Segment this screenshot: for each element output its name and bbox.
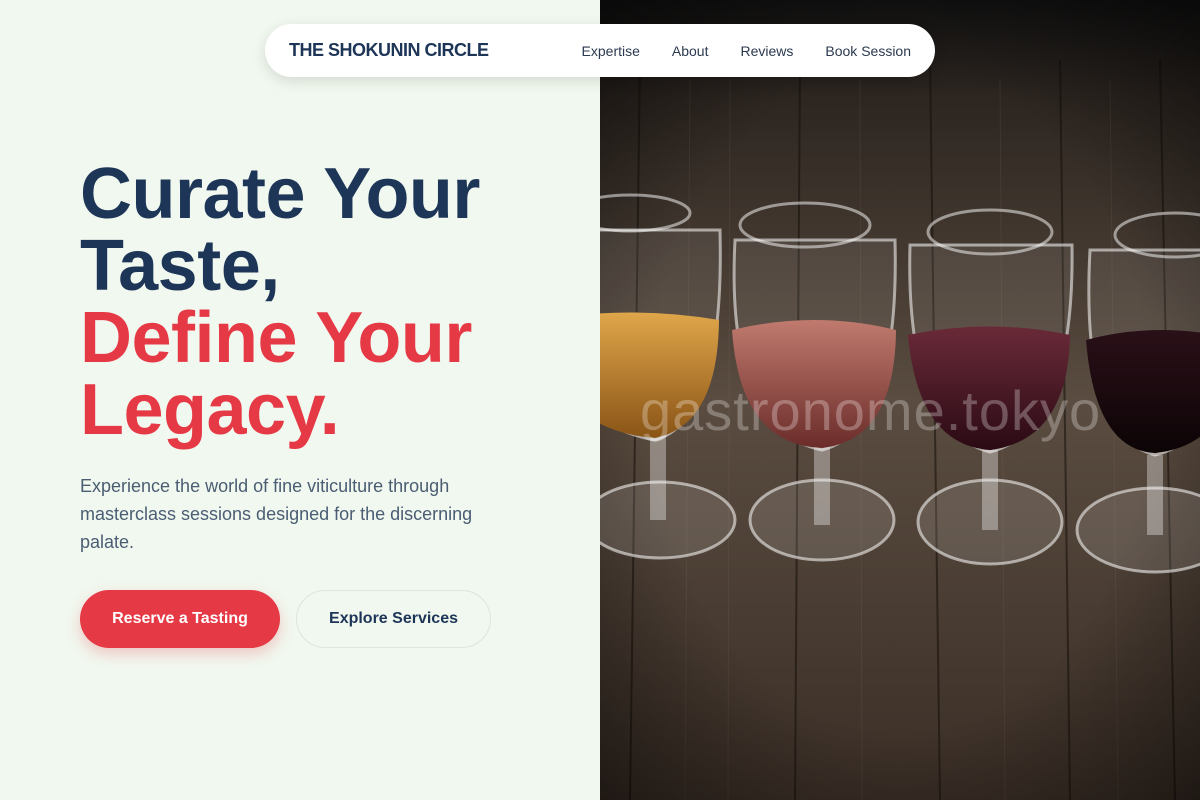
nav-links: Expertise About Reviews Book Session bbox=[582, 43, 911, 59]
nav-link-expertise[interactable]: Expertise bbox=[582, 43, 640, 59]
headline-line-3: Define Your bbox=[80, 298, 472, 378]
explore-services-button[interactable]: Explore Services bbox=[296, 590, 491, 648]
headline-line-2: Taste, bbox=[80, 226, 280, 306]
nav-link-book-session[interactable]: Book Session bbox=[825, 43, 911, 59]
hero-content: Curate Your Taste, Define Your Legacy. E… bbox=[80, 158, 560, 648]
hero-buttons: Reserve a Tasting Explore Services bbox=[80, 590, 560, 648]
headline-line-1: Curate Your bbox=[80, 154, 480, 234]
brand-logo-text[interactable]: THE SHOKUNIN CIRCLE bbox=[289, 40, 489, 61]
hero-subtext: Experience the world of fine viticulture… bbox=[80, 476, 473, 552]
nav-link-about[interactable]: About bbox=[672, 43, 709, 59]
reserve-tasting-button[interactable]: Reserve a Tasting bbox=[80, 590, 280, 648]
headline-line-4: Legacy. bbox=[80, 370, 340, 450]
image-watermark: gastronome.tokyo bbox=[640, 379, 1102, 442]
hero-image: gastronome.tokyo bbox=[600, 0, 1200, 800]
top-navbar: THE SHOKUNIN CIRCLE Expertise About Revi… bbox=[265, 24, 935, 77]
hero-headline: Curate Your Taste, Define Your Legacy. bbox=[80, 158, 560, 446]
nav-link-reviews[interactable]: Reviews bbox=[740, 43, 793, 59]
